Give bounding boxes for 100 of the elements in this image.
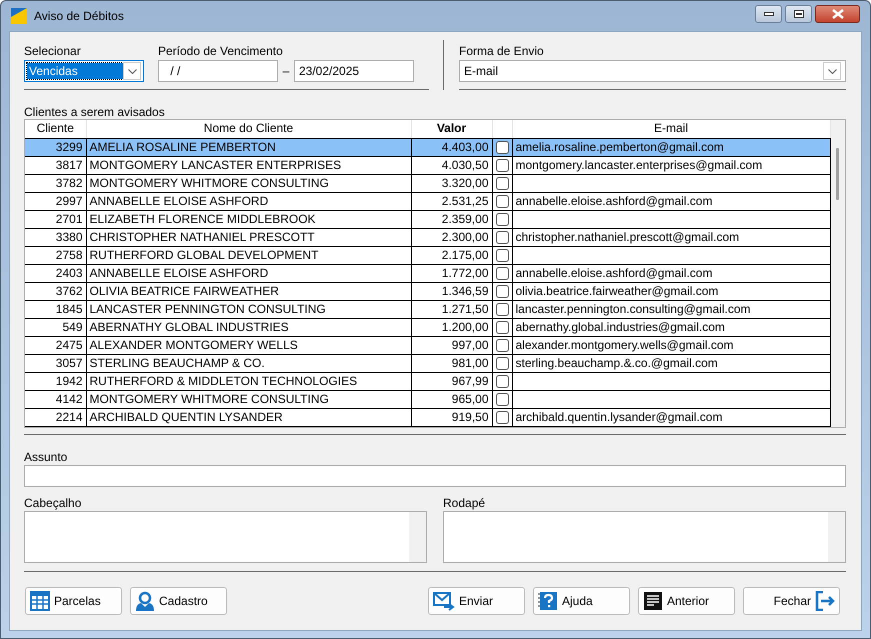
client-code: 2758 (56, 248, 82, 262)
email-address: christopher.nathaniel.prescott@gmail.com (516, 230, 740, 244)
checkbox[interactable] (496, 374, 508, 388)
email-address: archibald.quentin.lysander@gmail.com (516, 410, 722, 424)
range-separator: – (282, 63, 290, 80)
client-code: 3299 (56, 140, 82, 154)
amount: 981,00 (452, 356, 488, 370)
email-address: amelia.rosaline.pemberton@gmail.com (516, 140, 724, 154)
person-icon (135, 591, 155, 611)
client-code: 2403 (56, 266, 82, 280)
scrollbar[interactable] (830, 120, 845, 427)
close-button[interactable] (815, 5, 860, 23)
checkbox[interactable] (496, 410, 508, 424)
email-address: annabelle.eloise.ashford@gmail.com (516, 194, 712, 208)
checkbox[interactable] (496, 392, 508, 406)
amount: 3.320,00 (442, 176, 488, 190)
email-address: annabelle.eloise.ashford@gmail.com (516, 266, 712, 280)
amount: 1.271,50 (442, 302, 488, 316)
amount: 4.403,00 (442, 140, 488, 154)
select-dropdown[interactable]: Vencidas (24, 60, 144, 82)
field-label: Período de Vencimento (158, 44, 284, 58)
amount: 1.772,00 (442, 266, 488, 280)
client-name: ELIZABETH FLORENCE MIDDLEBROOK (90, 212, 316, 226)
field-label: Assunto (24, 450, 68, 464)
client-code: 3782 (56, 176, 82, 190)
help-icon (538, 591, 558, 611)
client-code: 2214 (56, 410, 82, 424)
client-code: 549 (62, 320, 82, 334)
column-header[interactable]: Nome do Cliente (86, 120, 411, 138)
minimize-button[interactable] (755, 5, 782, 23)
client-name: ARCHIBALD QUENTIN LYSANDER (90, 410, 283, 424)
client-name: MONTGOMERY WHITMORE CONSULTING (90, 176, 329, 190)
table-icon (30, 591, 50, 611)
email-address: sterling.beauchamp.&.co.@gmail.com (516, 356, 718, 370)
email-address: abernathy.global.industries@gmail.com (516, 320, 725, 334)
checkbox[interactable] (496, 320, 508, 334)
checkbox[interactable] (496, 356, 508, 370)
client-name: ALEXANDER MONTGOMERY WELLS (90, 338, 298, 352)
mail-icon (433, 591, 455, 611)
email-address: alexander.montgomery.wells@gmail.com (516, 338, 734, 352)
send-button[interactable]: Enviar (428, 587, 525, 615)
date-field[interactable]: / / (158, 60, 278, 82)
close-icon (832, 9, 844, 19)
client-code: 3057 (56, 356, 82, 370)
checkbox[interactable] (496, 284, 508, 298)
maximize-icon (794, 10, 804, 18)
help-button[interactable]: Ajuda (533, 587, 630, 615)
client-name: ANNABELLE ELOISE ASHFORD (90, 266, 268, 280)
client-name: LANCASTER PENNINGTON CONSULTING (90, 302, 326, 316)
client-name: CHRISTOPHER NATHANIEL PRESCOTT (90, 230, 315, 244)
client-name: ABERNATHY GLOBAL INDUSTRIES (90, 320, 289, 334)
window-title: Aviso de Débitos (34, 8, 124, 25)
cadastro-button[interactable]: Cadastro (130, 587, 227, 615)
maximize-button[interactable] (785, 5, 812, 23)
client-code: 3380 (56, 230, 82, 244)
send-method-dropdown[interactable]: E-mail (459, 60, 846, 82)
checkbox[interactable] (496, 140, 508, 154)
chevron-down-icon (828, 68, 836, 74)
amount: 2.359,00 (442, 212, 488, 226)
client-name: MONTGOMERY WHITMORE CONSULTING (90, 392, 329, 406)
date-field[interactable]: 23/02/2025 (294, 60, 414, 82)
close-form-button[interactable]: Fechar (743, 587, 840, 615)
amount: 967,99 (452, 374, 488, 388)
checkbox[interactable] (496, 266, 508, 280)
client-code: 3817 (56, 158, 82, 172)
checkbox[interactable] (496, 230, 508, 244)
client-code: 2701 (56, 212, 82, 226)
email-address: olivia.beatrice.fairweather@gmail.com (516, 284, 718, 298)
client-name: RUTHERFORD & MIDDLETON TECHNOLOGIES (90, 374, 358, 388)
subject-field[interactable] (24, 465, 846, 487)
client-name: ANNABELLE ELOISE ASHFORD (90, 194, 268, 208)
amount: 965,00 (452, 392, 488, 406)
amount: 919,50 (452, 410, 488, 424)
field-label: Forma de Envio (459, 44, 545, 58)
amount: 2.300,00 (442, 230, 488, 244)
app-logo-icon (11, 8, 27, 24)
checkbox[interactable] (496, 338, 508, 352)
document-icon (643, 591, 663, 611)
amount: 1.346,59 (442, 284, 488, 298)
parcelas-button[interactable]: Parcelas (25, 587, 122, 615)
exit-icon (815, 591, 835, 611)
email-address: lancaster.pennington.consulting@gmail.com (516, 302, 750, 316)
previous-button[interactable]: Anterior (638, 587, 735, 615)
checkbox[interactable] (496, 176, 508, 190)
section-label: Clientes a serem avisados (24, 105, 166, 119)
amount: 1.200,00 (442, 320, 488, 334)
column-header[interactable]: Valor (411, 120, 492, 138)
client-code: 2475 (56, 338, 82, 352)
checkbox[interactable] (496, 194, 508, 208)
checkbox[interactable] (496, 212, 508, 226)
checkbox[interactable] (496, 158, 508, 172)
client-name: OLIVIA BEATRICE FAIRWEATHER (90, 284, 279, 298)
minimize-icon (764, 12, 774, 16)
amount: 997,00 (452, 338, 488, 352)
client-name: RUTHERFORD GLOBAL DEVELOPMENT (90, 248, 318, 262)
column-header[interactable]: Cliente (25, 120, 86, 138)
column-header[interactable]: E-mail (512, 120, 830, 138)
checkbox[interactable] (496, 248, 508, 262)
amount: 2.175,00 (442, 248, 488, 262)
checkbox[interactable] (496, 302, 508, 316)
